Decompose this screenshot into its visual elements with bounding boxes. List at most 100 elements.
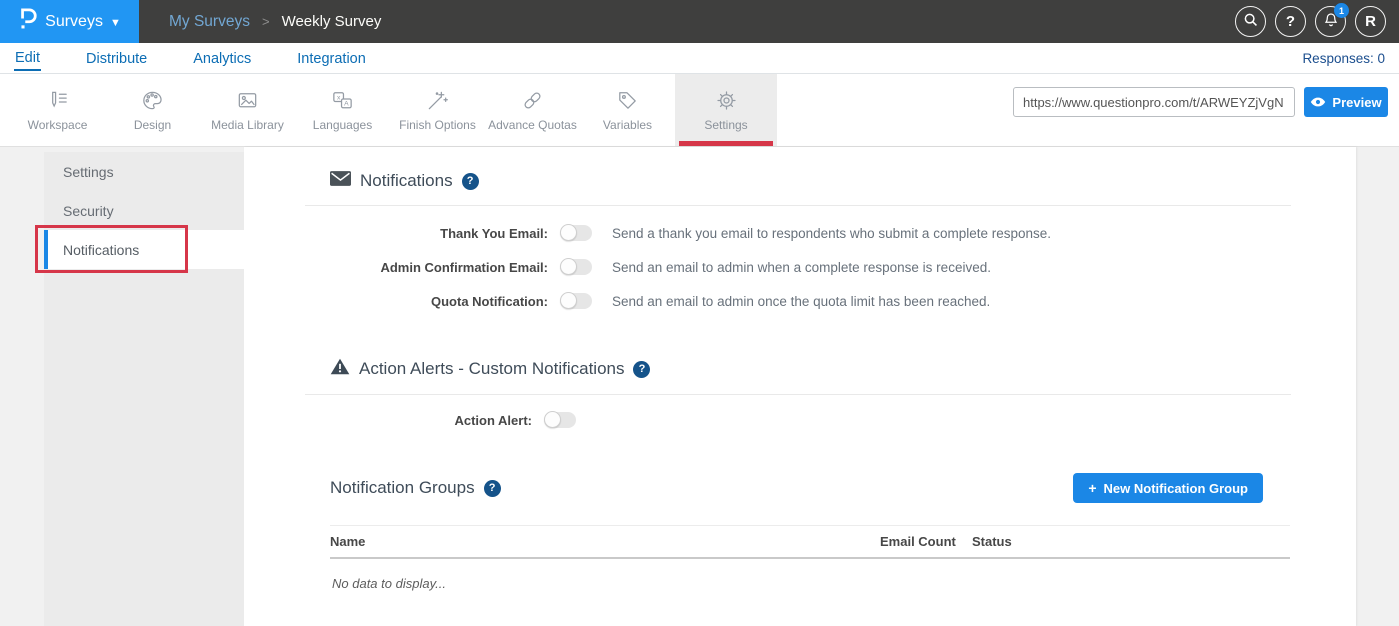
search-icon — [1242, 11, 1259, 32]
section-title: Notification Groups — [330, 478, 475, 498]
notification-count-badge: 1 — [1334, 3, 1349, 18]
notification-groups-table: Name Email Count Status No data to displ… — [330, 525, 1290, 608]
toggle-knob — [560, 292, 577, 309]
responses-count: Responses: 0 — [1302, 51, 1385, 66]
section-divider — [305, 205, 1291, 206]
quota-notification-toggle[interactable] — [560, 293, 592, 309]
notification-groups-header: Notification Groups ? + New Notification… — [244, 473, 1356, 503]
toggle-label: Thank You Email: — [328, 226, 548, 241]
tab-edit[interactable]: Edit — [14, 46, 41, 71]
toolbar-item-advance-quotas[interactable]: Advance Quotas — [485, 74, 580, 146]
variables-icon — [615, 88, 640, 113]
section-divider — [305, 394, 1291, 395]
toolbar-item-finish-options[interactable]: Finish Options — [390, 74, 485, 146]
toolbar-item-settings[interactable]: Settings — [675, 74, 777, 146]
sidebar-item-notifications[interactable]: Notifications — [44, 230, 244, 269]
action-alert-toggles: Action Alert: — [244, 409, 1356, 431]
help-button[interactable]: ? — [1275, 6, 1306, 37]
annotation-underline — [679, 141, 773, 146]
sidebar-item-label: Notifications — [63, 242, 139, 258]
help-icon[interactable]: ? — [462, 173, 479, 190]
new-notification-group-button[interactable]: + New Notification Group — [1073, 473, 1263, 503]
svg-text:A: A — [344, 101, 349, 108]
product-name: Surveys — [45, 13, 103, 31]
toggle-description: Send a thank you email to respondents wh… — [612, 226, 1051, 241]
finish-options-icon — [425, 88, 450, 113]
advance-quotas-icon — [520, 88, 545, 113]
workspace-icon — [45, 88, 70, 113]
breadcrumb: My Surveys > Weekly Survey — [169, 13, 381, 31]
column-header-email-count: Email Count — [880, 534, 972, 549]
table-header-row: Name Email Count Status — [330, 525, 1290, 559]
toggle-label: Action Alert: — [328, 413, 532, 428]
warning-triangle-icon — [330, 358, 350, 380]
breadcrumb-parent-link[interactable]: My Surveys — [169, 13, 250, 31]
sidebar-item-settings[interactable]: Settings — [44, 152, 244, 191]
chevron-down-icon: ▼ — [110, 17, 121, 29]
toggle-label: Admin Confirmation Email: — [328, 260, 548, 275]
help-icon[interactable]: ? — [484, 480, 501, 497]
toolbar-item-languages[interactable]: x A Languages — [295, 74, 390, 146]
toggle-knob — [560, 224, 577, 241]
admin-confirmation-email-toggle[interactable] — [560, 259, 592, 275]
avatar-initial: R — [1365, 13, 1376, 30]
plus-icon: + — [1088, 480, 1096, 496]
top-bar: Surveys ▼ My Surveys > Weekly Survey ? — [0, 0, 1399, 43]
toggle-knob — [544, 411, 561, 428]
toggle-knob — [560, 258, 577, 275]
settings-panel: Notifications ? Thank You Email: Send a … — [244, 147, 1356, 626]
toggle-description: Send an email to admin once the quota li… — [612, 294, 990, 309]
design-icon — [140, 88, 165, 113]
edit-toolbar: Workspace Design Media Library — [0, 74, 1399, 147]
toggle-description: Send an email to admin when a complete r… — [612, 260, 991, 275]
section-title: Action Alerts - Custom Notifications — [359, 359, 624, 379]
tab-distribute[interactable]: Distribute — [85, 47, 148, 70]
toggle-row-admin-confirmation: Admin Confirmation Email: Send an email … — [244, 256, 1356, 278]
toolbar-item-workspace[interactable]: Workspace — [10, 74, 105, 146]
action-alerts-section-header: Action Alerts - Custom Notifications ? — [244, 358, 1356, 380]
envelope-icon — [330, 171, 351, 191]
media-library-icon — [235, 88, 260, 113]
survey-nav: Edit Distribute Analytics Integration Re… — [0, 43, 1399, 74]
notifications-section-header: Notifications ? — [244, 171, 1356, 191]
settings-gear-icon — [714, 88, 739, 113]
active-indicator-bar — [44, 230, 48, 269]
help-icon[interactable]: ? — [633, 361, 650, 378]
toolbar-item-variables[interactable]: Variables — [580, 74, 675, 146]
sidebar-item-security[interactable]: Security — [44, 191, 244, 230]
action-alert-toggle[interactable] — [544, 412, 576, 428]
settings-sidebar: Settings Security Notifications — [44, 152, 244, 626]
questionpro-logo-icon — [18, 7, 38, 36]
notifications-button[interactable]: 1 — [1315, 6, 1346, 37]
preview-button[interactable]: Preview — [1304, 87, 1388, 117]
question-mark-icon: ? — [1286, 13, 1295, 30]
toggle-label: Quota Notification: — [328, 294, 548, 309]
app-window: Surveys ▼ My Surveys > Weekly Survey ? — [0, 0, 1399, 626]
empty-table-message: No data to display... — [330, 559, 1290, 608]
tab-integration[interactable]: Integration — [296, 47, 367, 70]
page-title: Weekly Survey — [282, 13, 382, 30]
toolbar-item-design[interactable]: Design — [105, 74, 200, 146]
column-header-name: Name — [330, 534, 880, 549]
toolbar-item-media-library[interactable]: Media Library — [200, 74, 295, 146]
toggle-row-thank-you-email: Thank You Email: Send a thank you email … — [244, 222, 1356, 244]
eye-icon — [1310, 95, 1326, 110]
breadcrumb-separator: > — [262, 14, 270, 29]
topbar-actions: ? 1 R — [1235, 6, 1399, 37]
svg-text:x: x — [337, 94, 341, 101]
sidebar-item-label: Security — [63, 203, 114, 219]
languages-icon: x A — [330, 88, 355, 113]
search-button[interactable] — [1235, 6, 1266, 37]
tab-analytics[interactable]: Analytics — [192, 47, 252, 70]
avatar[interactable]: R — [1355, 6, 1386, 37]
settings-content: Notifications ? Thank You Email: Send a … — [0, 147, 1399, 626]
product-switcher[interactable]: Surveys ▼ — [0, 0, 139, 43]
toggle-row-quota-notification: Quota Notification: Send an email to adm… — [244, 290, 1356, 312]
thank-you-email-toggle[interactable] — [560, 225, 592, 241]
section-title: Notifications — [360, 171, 453, 191]
column-header-status: Status — [972, 534, 1290, 549]
sidebar-item-label: Settings — [63, 164, 114, 180]
notification-toggles: Thank You Email: Send a thank you email … — [244, 222, 1356, 312]
survey-url-input[interactable] — [1013, 87, 1295, 117]
action-alerts-section: Action Alerts - Custom Notifications ? A… — [244, 358, 1356, 431]
